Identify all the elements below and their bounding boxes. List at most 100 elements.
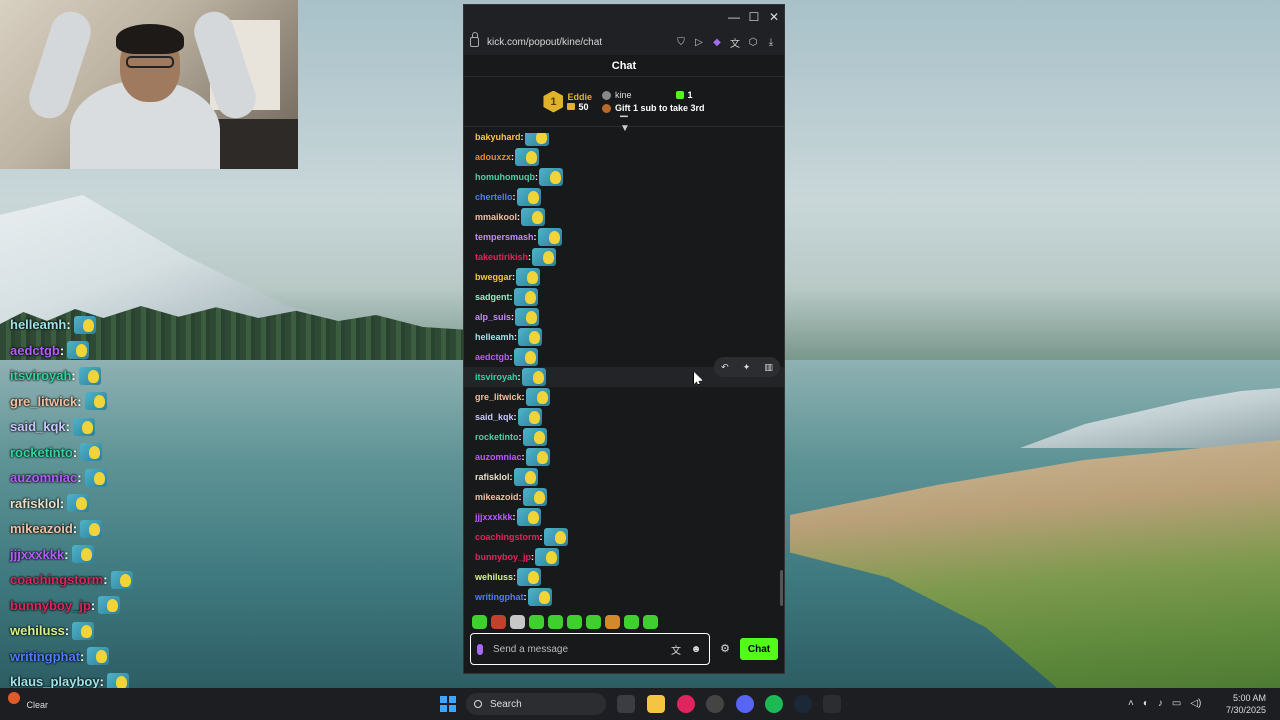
message-input[interactable] (493, 643, 663, 655)
emote-icon[interactable] (537, 228, 562, 246)
chat-username[interactable]: tempersmash (475, 232, 534, 242)
chat-username[interactable]: helleamh (475, 332, 514, 342)
gift-prompt[interactable]: Gift 1 sub to take 3rd (615, 103, 705, 113)
emote-icon[interactable] (521, 208, 546, 226)
emote-icon[interactable] (516, 188, 541, 206)
message-box[interactable]: 文 ☻ (470, 633, 710, 665)
emote-icon[interactable] (605, 615, 620, 629)
chat-username[interactable]: said_kqk (475, 412, 514, 422)
chat-message[interactable]: wehiluss: (464, 567, 784, 587)
emote-icon[interactable] (624, 615, 639, 629)
chat-message[interactable]: tempersmash: (464, 227, 784, 247)
chat-message[interactable]: takeutirikish: (464, 247, 784, 267)
emote-icon[interactable] (524, 133, 549, 146)
chat-message[interactable]: mikeazoid: (464, 487, 784, 507)
emote-icon[interactable] (513, 288, 538, 306)
close-button[interactable]: ✕ (766, 9, 782, 25)
emote-icon[interactable] (517, 568, 542, 586)
file-explorer-icon[interactable] (647, 695, 665, 713)
chat-username[interactable]: adouxzx (475, 152, 511, 162)
emote-icon[interactable] (516, 268, 541, 286)
chat-username[interactable]: itsviroyah (475, 372, 518, 382)
send-chat-button[interactable]: Chat (740, 638, 778, 660)
taskbar-search[interactable]: Search (466, 693, 606, 715)
emote-icon[interactable] (517, 408, 542, 426)
chat-message[interactable]: sadgent: (464, 287, 784, 307)
puzzle-icon[interactable]: ⬡ (746, 35, 760, 49)
chat-message[interactable]: chertello: (464, 187, 784, 207)
chat-username[interactable]: homuhomuqb (475, 172, 535, 182)
chat-message[interactable]: coachingstorm: (464, 527, 784, 547)
chat-username[interactable]: bunnyboy_jp (475, 552, 531, 562)
chat-message[interactable]: said_kqk: (464, 407, 784, 427)
address-bar[interactable]: kick.com/popout/kine/chat ⛉ ▷ ◆ 文 ⬡ ⤓ (464, 29, 784, 55)
chat-message[interactable]: homuhomuqb: (464, 167, 784, 187)
start-button[interactable] (440, 696, 456, 712)
chat-message[interactable]: helleamh: (464, 327, 784, 347)
display-icon[interactable]: ▭ (1172, 698, 1181, 709)
chat-username[interactable]: bakyuhard (475, 133, 521, 142)
chat-username[interactable]: mikeazoid (475, 492, 519, 502)
chat-username[interactable]: aedctgb (475, 352, 510, 362)
emote-icon[interactable] (513, 468, 538, 486)
emote-icon[interactable] (525, 448, 550, 466)
emote-icon[interactable] (513, 348, 538, 366)
opera-icon[interactable] (677, 695, 695, 713)
chat-username[interactable]: gre_litwick (475, 392, 522, 402)
chat-username[interactable]: wehiluss (475, 572, 513, 582)
chat-message[interactable]: adouxzx: (464, 147, 784, 167)
emote-icon[interactable] (518, 328, 543, 346)
emote-icon[interactable] (535, 548, 559, 566)
minimize-button[interactable]: — (726, 9, 742, 25)
chat-message[interactable]: gre_litwick: (464, 387, 784, 407)
emote-icon[interactable] (539, 168, 563, 186)
weather-widget[interactable]: Clear (8, 692, 48, 710)
discord-icon[interactable] (736, 695, 754, 713)
emote-icon[interactable] (548, 615, 563, 629)
chat-username[interactable]: jjjxxxkkk (475, 512, 513, 522)
chat-message[interactable]: rafisklol: (464, 467, 784, 487)
chat-username[interactable]: coachingstorm (475, 532, 540, 542)
app-icon[interactable] (823, 695, 841, 713)
chat-username[interactable]: writingphat (475, 592, 524, 602)
mic-tray-icon[interactable]: ♪ (1158, 698, 1163, 709)
chat-message[interactable]: writingphat: (464, 587, 784, 607)
chat-username[interactable]: auzomniac (475, 452, 522, 462)
emote-icon[interactable] (521, 368, 546, 386)
chat-message[interactable]: mmaikool: (464, 207, 784, 227)
emote-icon[interactable] (515, 148, 540, 166)
chevron-up-icon[interactable]: ˄ (1128, 698, 1134, 709)
chat-username[interactable]: rocketinto (475, 432, 519, 442)
emoji-icon[interactable]: ☻ (689, 644, 703, 655)
emote-icon[interactable] (543, 528, 568, 546)
chat-username[interactable]: takeutirikish (475, 252, 528, 262)
microphone-icon[interactable] (477, 643, 483, 655)
emote-icon[interactable] (586, 615, 601, 629)
chat-message[interactable]: bunnyboy_jp: (464, 547, 784, 567)
chat-username[interactable]: mmaikool (475, 212, 517, 222)
reply-icon[interactable]: ↶ (721, 362, 729, 373)
emote-icon[interactable] (522, 428, 547, 446)
emote-icon[interactable] (515, 308, 540, 326)
emote-icon[interactable] (525, 388, 550, 406)
task-view-icon[interactable] (617, 695, 635, 713)
emote-icon[interactable] (510, 615, 525, 629)
pin-icon[interactable]: ✦ (743, 362, 751, 373)
emote-icon[interactable] (472, 615, 487, 629)
clock[interactable]: 5:00 AM 7/30/2025 (1226, 692, 1266, 716)
chat-message[interactable]: jjjxxxkkk: (464, 507, 784, 527)
expand-icon[interactable]: ▔ ▼ (620, 118, 630, 134)
top-gifter-name[interactable]: Eddie (567, 92, 592, 102)
chat-scrollbar[interactable] (780, 570, 783, 606)
volume-icon[interactable]: ◁) (1190, 698, 1201, 709)
chat-message[interactable]: bweggar: (464, 267, 784, 287)
emote-icon[interactable] (491, 615, 506, 629)
chat-message[interactable]: bakyuhard: (464, 133, 784, 147)
chat-username[interactable]: sadgent (475, 292, 510, 302)
steam-icon[interactable] (794, 695, 812, 713)
delete-icon[interactable]: ▥ (764, 362, 773, 373)
translate-icon[interactable]: 文 (728, 35, 742, 50)
obs-icon[interactable] (706, 695, 724, 713)
network-icon[interactable]: ◐ (1143, 698, 1149, 709)
emote-icon[interactable] (522, 488, 547, 506)
